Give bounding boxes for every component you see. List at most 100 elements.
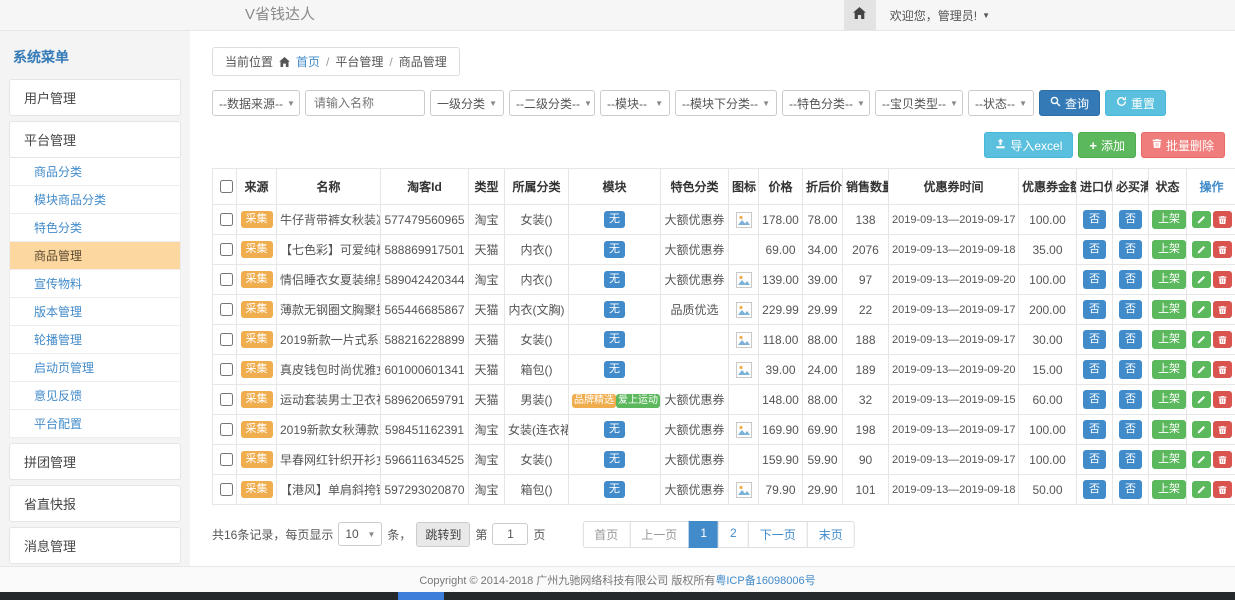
page-button-first[interactable]: 首页: [582, 521, 630, 548]
delete-button[interactable]: [1213, 481, 1232, 498]
status-button[interactable]: 上架: [1152, 240, 1186, 258]
sidebar-item-9[interactable]: 启动页管理: [9, 354, 181, 382]
batch-delete-button[interactable]: 批量删除: [1141, 132, 1225, 158]
status-button[interactable]: 上架: [1152, 300, 1186, 318]
sidebar-item-0[interactable]: 用户管理: [9, 79, 181, 116]
import-select-toggle[interactable]: 否: [1083, 330, 1106, 348]
edit-button[interactable]: [1192, 241, 1211, 258]
import-select-toggle[interactable]: 否: [1083, 300, 1106, 318]
user-menu[interactable]: 欢迎您，管理员! ▼: [890, 7, 990, 24]
home-button[interactable]: [844, 0, 876, 30]
delete-button[interactable]: [1213, 241, 1232, 258]
status-button[interactable]: 上架: [1152, 450, 1186, 468]
edit-button[interactable]: [1192, 211, 1211, 228]
edit-button[interactable]: [1192, 271, 1211, 288]
breadcrumb-home-link[interactable]: 首页: [296, 53, 320, 70]
filter-select-2[interactable]: --二级分类--▼: [509, 90, 595, 116]
edit-button[interactable]: [1192, 301, 1211, 318]
status-button[interactable]: 上架: [1152, 360, 1186, 378]
page-button-page-1[interactable]: 1: [688, 521, 719, 548]
import-select-toggle[interactable]: 否: [1083, 240, 1106, 258]
must-buy-toggle[interactable]: 否: [1119, 210, 1142, 228]
status-button[interactable]: 上架: [1152, 390, 1186, 408]
sidebar-item-5[interactable]: 商品管理: [9, 242, 181, 270]
status-button[interactable]: 上架: [1152, 420, 1186, 438]
must-buy-toggle[interactable]: 否: [1119, 480, 1142, 498]
name-search-input[interactable]: [305, 90, 425, 116]
page-button-prev[interactable]: 上一页: [629, 521, 689, 548]
sidebar-item-12[interactable]: 拼团管理: [9, 443, 181, 480]
edit-button[interactable]: [1192, 361, 1211, 378]
row-checkbox[interactable]: [220, 483, 233, 496]
filter-select-5[interactable]: --特色分类--▼: [782, 90, 870, 116]
delete-button[interactable]: [1213, 301, 1232, 318]
delete-button[interactable]: [1213, 451, 1232, 468]
import-select-toggle[interactable]: 否: [1083, 390, 1106, 408]
status-button[interactable]: 上架: [1152, 210, 1186, 228]
row-checkbox[interactable]: [220, 273, 233, 286]
must-buy-toggle[interactable]: 否: [1119, 390, 1142, 408]
scrollbar-thumb[interactable]: [398, 592, 444, 600]
must-buy-toggle[interactable]: 否: [1119, 330, 1142, 348]
sidebar-item-14[interactable]: 消息管理: [9, 527, 181, 564]
import-select-toggle[interactable]: 否: [1083, 480, 1106, 498]
row-checkbox[interactable]: [220, 453, 233, 466]
edit-button[interactable]: [1192, 451, 1211, 468]
sidebar-item-4[interactable]: 特色分类: [9, 214, 181, 242]
icp-link[interactable]: 粤ICP备16098006号: [715, 572, 815, 588]
page-button-next[interactable]: 下一页: [748, 521, 808, 548]
add-button[interactable]: + 添加: [1078, 132, 1136, 158]
edit-button[interactable]: [1192, 481, 1211, 498]
filter-select-7[interactable]: --状态--▼: [968, 90, 1034, 116]
delete-button[interactable]: [1213, 421, 1232, 438]
import-excel-button[interactable]: 导入excel: [984, 132, 1073, 158]
delete-button[interactable]: [1213, 361, 1232, 378]
import-select-toggle[interactable]: 否: [1083, 210, 1106, 228]
search-button[interactable]: 查询: [1039, 90, 1100, 116]
page-button-page-2[interactable]: 2: [718, 521, 749, 548]
edit-button[interactable]: [1192, 391, 1211, 408]
import-select-toggle[interactable]: 否: [1083, 270, 1106, 288]
filter-select-6[interactable]: --宝贝类型--▼: [875, 90, 963, 116]
row-checkbox[interactable]: [220, 303, 233, 316]
page-button-last[interactable]: 末页: [807, 521, 855, 548]
bottom-scrollbar[interactable]: [0, 592, 1235, 600]
row-checkbox[interactable]: [220, 423, 233, 436]
sidebar-item-13[interactable]: 省直快报: [9, 485, 181, 522]
delete-button[interactable]: [1213, 331, 1232, 348]
must-buy-toggle[interactable]: 否: [1119, 360, 1142, 378]
row-checkbox[interactable]: [220, 363, 233, 376]
status-button[interactable]: 上架: [1152, 330, 1186, 348]
import-select-toggle[interactable]: 否: [1083, 450, 1106, 468]
status-button[interactable]: 上架: [1152, 270, 1186, 288]
sidebar-item-3[interactable]: 模块商品分类: [9, 186, 181, 214]
sidebar-item-7[interactable]: 版本管理: [9, 298, 181, 326]
page-input[interactable]: [492, 523, 528, 545]
must-buy-toggle[interactable]: 否: [1119, 270, 1142, 288]
must-buy-toggle[interactable]: 否: [1119, 300, 1142, 318]
row-checkbox[interactable]: [220, 213, 233, 226]
sidebar-item-1[interactable]: 平台管理: [9, 121, 181, 158]
row-checkbox[interactable]: [220, 393, 233, 406]
row-checkbox[interactable]: [220, 333, 233, 346]
per-page-select[interactable]: 10 ▼: [338, 522, 382, 546]
sidebar-item-2[interactable]: 商品分类: [9, 158, 181, 186]
import-select-toggle[interactable]: 否: [1083, 360, 1106, 378]
edit-button[interactable]: [1192, 421, 1211, 438]
must-buy-toggle[interactable]: 否: [1119, 240, 1142, 258]
filter-select-4[interactable]: --模块下分类--▼: [675, 90, 777, 116]
delete-button[interactable]: [1213, 391, 1232, 408]
import-select-toggle[interactable]: 否: [1083, 420, 1106, 438]
status-button[interactable]: 上架: [1152, 480, 1186, 498]
filter-select-3[interactable]: --模块--▼: [600, 90, 670, 116]
select-all-checkbox[interactable]: [220, 180, 233, 193]
sidebar-item-8[interactable]: 轮播管理: [9, 326, 181, 354]
breadcrumb-item[interactable]: 平台管理: [335, 53, 383, 70]
sidebar-item-10[interactable]: 意见反馈: [9, 382, 181, 410]
filter-select-0[interactable]: --数据来源--▼: [212, 90, 300, 116]
reset-button[interactable]: 重置: [1105, 90, 1166, 116]
row-checkbox[interactable]: [220, 243, 233, 256]
must-buy-toggle[interactable]: 否: [1119, 450, 1142, 468]
delete-button[interactable]: [1213, 271, 1232, 288]
filter-select-1[interactable]: 一级分类▼: [430, 90, 504, 116]
